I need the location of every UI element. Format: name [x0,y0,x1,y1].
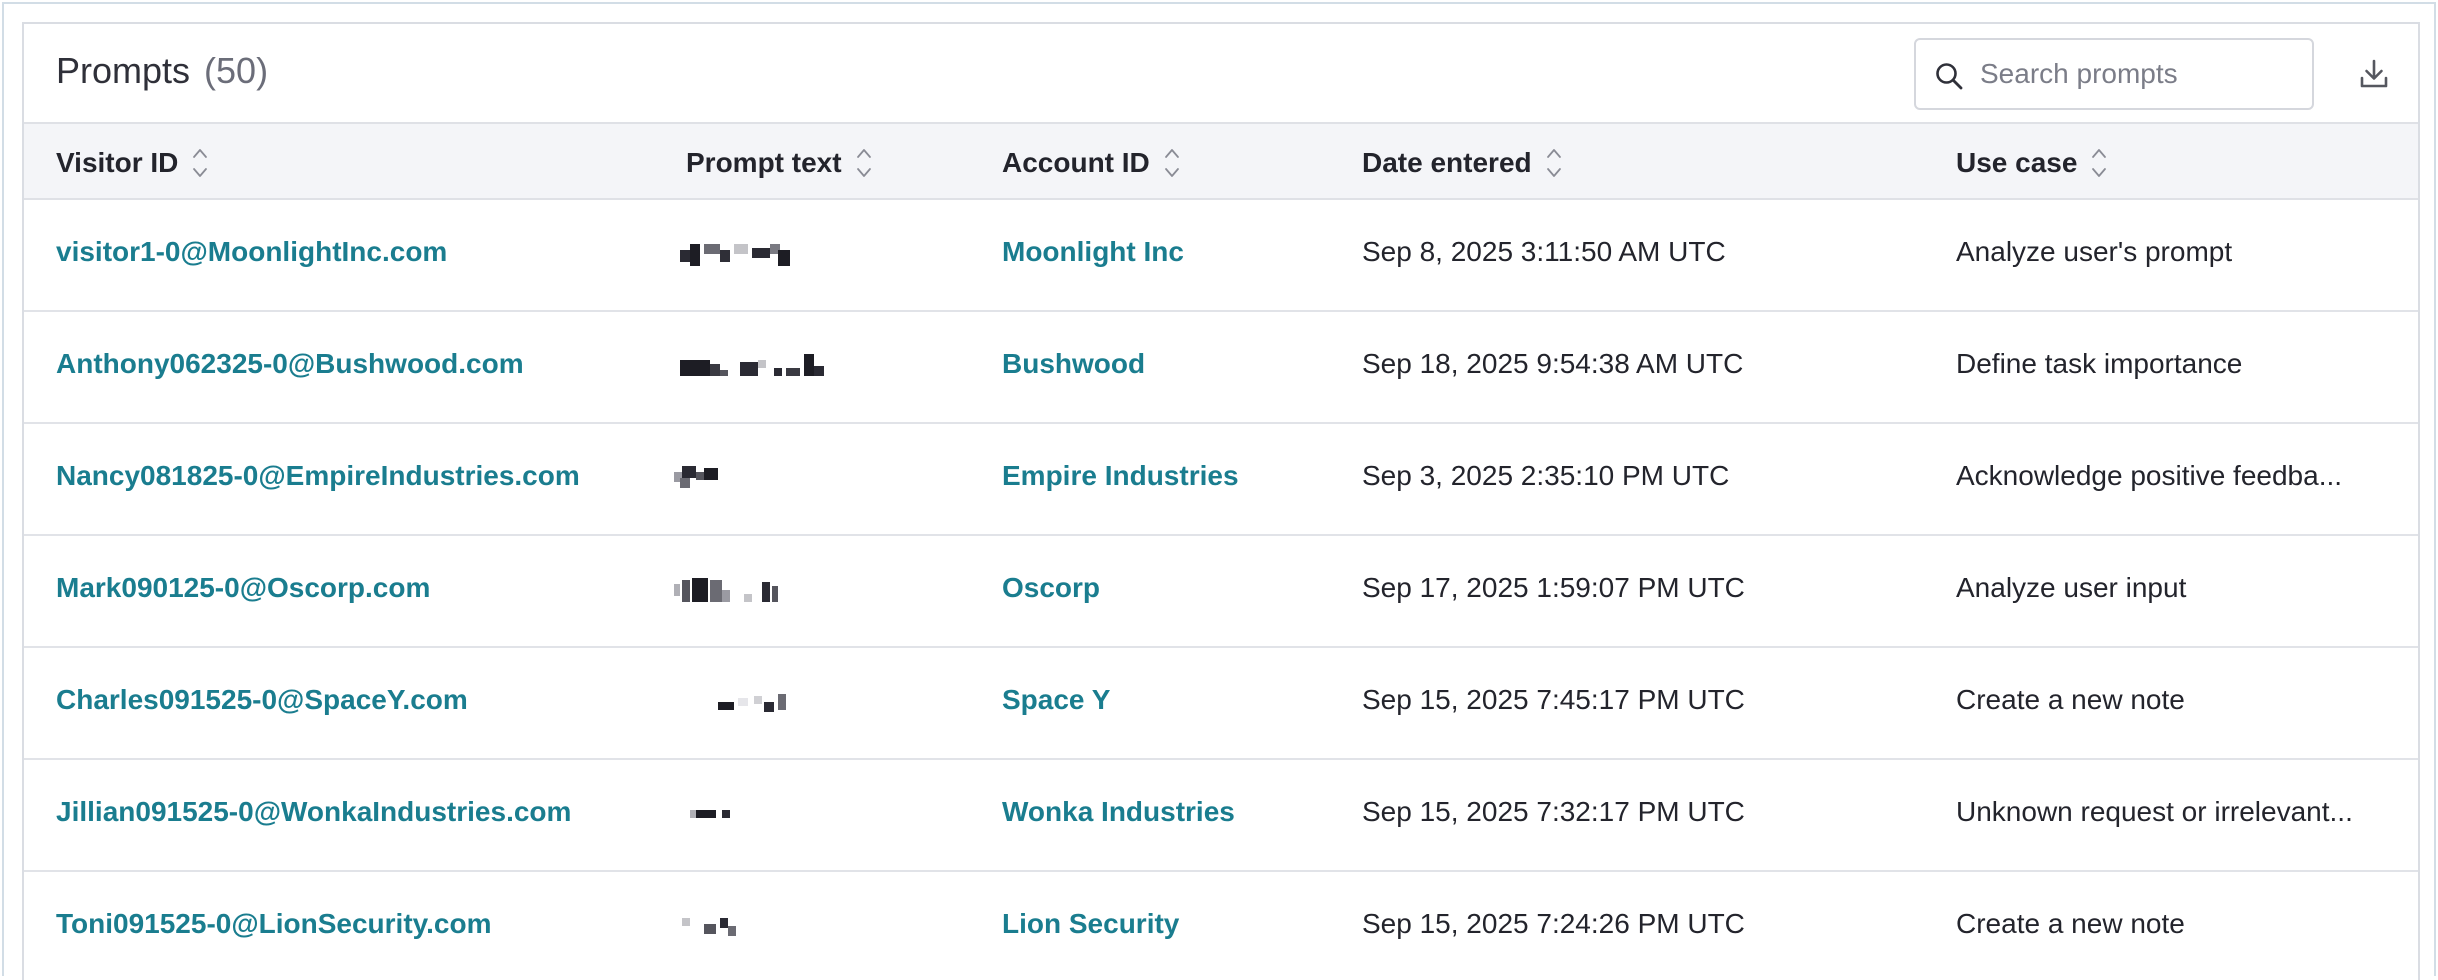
visitor-id-link[interactable]: Jillian091525-0@WonkaIndustries.com [56,796,656,828]
column-label: Date entered [1362,147,1532,178]
account-id-link[interactable]: Moonlight Inc [1002,236,1342,268]
column-header-account-id[interactable]: Account ID [1002,144,1182,182]
use-case: Create a new note [1956,908,2185,939]
date-entered: Sep 15, 2025 7:32:17 PM UTC [1362,796,1745,827]
column-header-date-entered[interactable]: Date entered [1362,144,1564,182]
table-row: visitor1-0@MoonlightInc.com Moonlight In… [24,200,2418,312]
table-row: Nancy081825-0@EmpireIndustries.com Empir… [24,424,2418,536]
column-label: Use case [1956,147,2078,178]
sort-icon [1164,149,1179,177]
use-case: Create a new note [1956,684,2185,715]
column-label: Visitor ID [56,147,179,178]
search-icon [1936,63,1963,90]
column-header-use-case[interactable]: Use case [1956,144,2109,182]
redacted-prompt-text [674,352,974,388]
redacted-prompt-text [674,800,974,836]
date-entered: Sep 15, 2025 7:24:26 PM UTC [1362,908,1745,939]
visitor-id-link[interactable]: Nancy081825-0@EmpireIndustries.com [56,460,656,492]
sort-icon [856,149,871,177]
redacted-prompt-text [674,240,974,276]
date-entered: Sep 15, 2025 7:45:17 PM UTC [1362,684,1745,715]
visitor-id-link[interactable]: Toni091525-0@LionSecurity.com [56,908,656,940]
visitor-id-link[interactable]: Charles091525-0@SpaceY.com [56,684,656,716]
column-label: Account ID [1002,147,1150,178]
table-row: Mark090125-0@Oscorp.com Oscorp Sep 17, 2… [24,536,2418,648]
column-header-prompt-text[interactable]: Prompt text [686,144,874,182]
use-case: Acknowledge positive feedba... [1956,460,2343,491]
use-case: Unknown request or irrelevant... [1956,796,2353,827]
sort-icon [1546,149,1561,177]
search-box[interactable] [1914,38,2314,110]
date-entered: Sep 17, 2025 1:59:07 PM UTC [1362,572,1745,603]
use-case: Define task importance [1956,348,2243,379]
use-case: Analyze user's prompt [1956,236,2233,267]
redacted-prompt-text [674,912,974,948]
title-label: Prompts [56,50,191,91]
date-entered: Sep 8, 2025 3:11:50 AM UTC [1362,236,1726,267]
prompt-count: (50) [204,50,269,91]
page-frame: Prompts (50) Visitor ID Prompt text [2,2,2436,980]
column-label: Prompt text [686,147,842,178]
table-header: Visitor ID Prompt text Account ID Date e… [24,122,2418,200]
date-entered: Sep 3, 2025 2:35:10 PM UTC [1362,460,1730,491]
redacted-prompt-text [674,464,974,500]
sort-icon [193,149,208,177]
panel-header: Prompts (50) [24,24,2418,124]
account-id-link[interactable]: Bushwood [1002,348,1342,380]
visitor-id-link[interactable]: Mark090125-0@Oscorp.com [56,572,656,604]
page-title: Prompts (50) [56,50,268,92]
redacted-prompt-text [674,688,974,724]
use-case: Analyze user input [1956,572,2187,603]
table-row: Charles091525-0@SpaceY.com Space Y Sep 1… [24,648,2418,760]
account-id-link[interactable]: Oscorp [1002,572,1342,604]
download-icon[interactable] [2354,54,2394,94]
visitor-id-link[interactable]: Anthony062325-0@Bushwood.com [56,348,656,380]
sort-icon [2092,149,2107,177]
visitor-id-link[interactable]: visitor1-0@MoonlightInc.com [56,236,656,268]
redacted-prompt-text [674,576,974,612]
search-input[interactable] [1980,52,2300,96]
account-id-link[interactable]: Lion Security [1002,908,1342,940]
account-id-link[interactable]: Wonka Industries [1002,796,1342,828]
date-entered: Sep 18, 2025 9:54:38 AM UTC [1362,348,1744,379]
prompts-panel: Prompts (50) Visitor ID Prompt text [22,22,2420,980]
column-header-visitor-id[interactable]: Visitor ID [56,144,210,182]
account-id-link[interactable]: Space Y [1002,684,1342,716]
table-row: Jillian091525-0@WonkaIndustries.com Wonk… [24,760,2418,872]
account-id-link[interactable]: Empire Industries [1002,460,1342,492]
table-row: Toni091525-0@LionSecurity.com Lion Secur… [24,872,2418,980]
table-row: Anthony062325-0@Bushwood.com Bushwood Se… [24,312,2418,424]
